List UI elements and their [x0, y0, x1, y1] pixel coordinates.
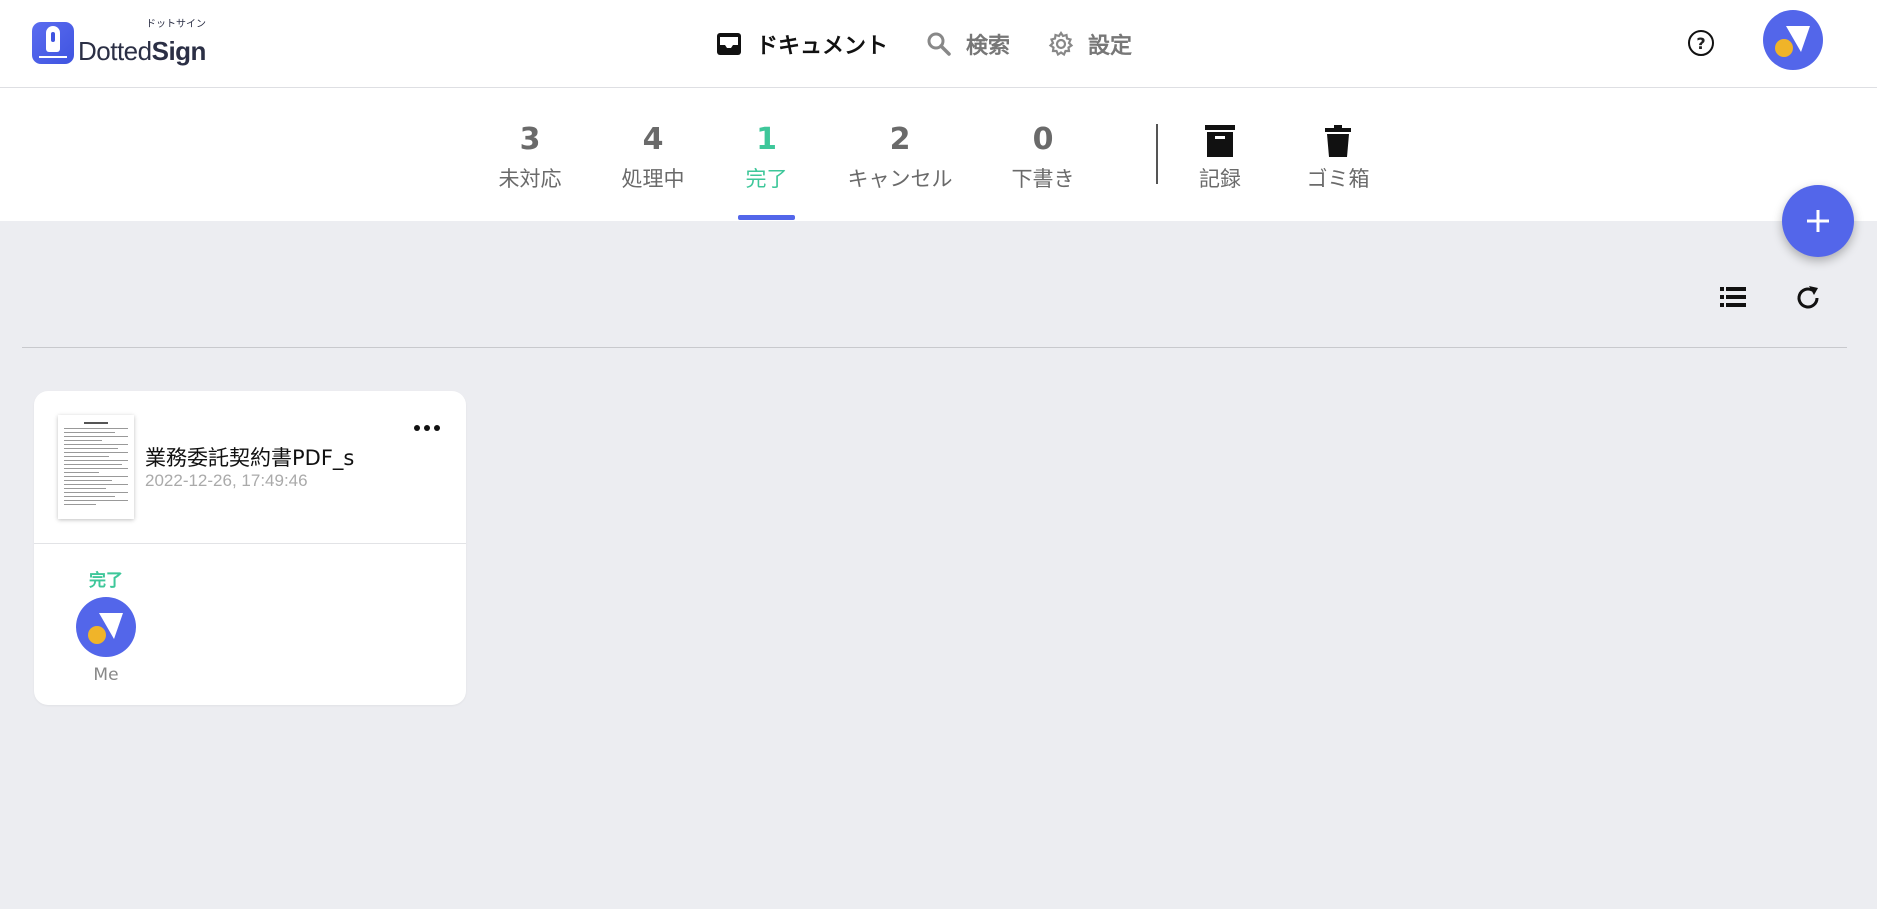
- nav-search-label: 検索: [966, 34, 1011, 59]
- plus-icon: [1807, 210, 1829, 232]
- tab-records[interactable]: 記録: [1197, 123, 1243, 193]
- tab-in-progress[interactable]: 4 処理中: [620, 123, 686, 193]
- signer: 完了 Me: [76, 566, 136, 685]
- logo-brand-light: Dotted: [78, 36, 152, 66]
- tab-label: 未対応: [498, 167, 562, 191]
- logo-text: ドットサイン DottedSign: [78, 20, 207, 66]
- nav-settings-label: 設定: [1088, 34, 1133, 59]
- more-options-icon[interactable]: [414, 425, 440, 431]
- tab-count: 2: [889, 122, 911, 157]
- tab-trash[interactable]: ゴミ箱: [1303, 123, 1373, 193]
- tab-label: 処理中: [621, 167, 685, 191]
- tab-count: 1: [756, 122, 777, 157]
- help-icon[interactable]: ?: [1688, 30, 1714, 56]
- top-header: ドットサイン DottedSign ドキュメント 検索 設定 ?: [0, 0, 1877, 88]
- content-divider: [22, 347, 1847, 348]
- nav-documents[interactable]: ドキュメント: [716, 28, 888, 60]
- tab-drafts[interactable]: 0 下書き: [1010, 123, 1076, 193]
- tab-count: 4: [642, 122, 664, 157]
- refresh-icon[interactable]: [1794, 284, 1822, 316]
- tab-completed[interactable]: 1 完了: [738, 123, 795, 193]
- tab-label: 記録: [1199, 167, 1241, 191]
- tab-cancelled[interactable]: 2 キャンセル: [845, 123, 955, 193]
- document-title[interactable]: 業務委託契約書PDF_s: [145, 442, 354, 472]
- signer-avatar: [76, 597, 136, 657]
- main-nav: ドキュメント 検索 設定: [716, 24, 1170, 64]
- tab-label: 完了: [745, 167, 788, 191]
- tab-unhandled[interactable]: 3 未対応: [497, 123, 563, 193]
- dottedsign-logo[interactable]: ドットサイン DottedSign: [32, 20, 206, 64]
- active-tab-indicator: [738, 215, 795, 220]
- trash-icon: [1325, 125, 1351, 157]
- status-tabs: 3 未対応 4 処理中 1 完了 2 キャンセル 0 下書き 記録 ゴミ箱: [0, 88, 1877, 221]
- inbox-icon: [717, 33, 741, 55]
- card-divider: [34, 543, 466, 544]
- document-thumbnail: [58, 415, 134, 519]
- document-card[interactable]: 業務委託契約書PDF_s 2022-12-26, 17:49:46 完了 Me: [34, 391, 466, 705]
- nav-documents-label: ドキュメント: [756, 34, 889, 59]
- tab-label: 下書き: [1011, 167, 1075, 191]
- list-view-icon[interactable]: [1720, 286, 1746, 312]
- tab-divider: [1156, 124, 1158, 184]
- signer-status: 完了: [89, 571, 123, 591]
- tab-count: 0: [1032, 122, 1054, 157]
- user-avatar[interactable]: [1763, 10, 1823, 70]
- archive-icon: [1205, 125, 1235, 157]
- add-document-button[interactable]: [1782, 185, 1854, 257]
- gear-icon: [1048, 31, 1074, 57]
- signer-name: Me: [93, 665, 119, 685]
- logo-brand-bold: Sign: [151, 36, 207, 66]
- nav-settings[interactable]: 設定: [1048, 28, 1132, 60]
- tab-count: 3: [519, 122, 541, 157]
- tab-label: ゴミ箱: [1306, 167, 1370, 191]
- search-icon: [927, 32, 951, 56]
- nav-search[interactable]: 検索: [926, 28, 1010, 60]
- document-date: 2022-12-26, 17:49:46: [145, 471, 308, 490]
- logo-kana: ドットサイン: [145, 19, 206, 30]
- tab-label: キャンセル: [847, 167, 953, 191]
- logo-pen-icon: [32, 22, 74, 64]
